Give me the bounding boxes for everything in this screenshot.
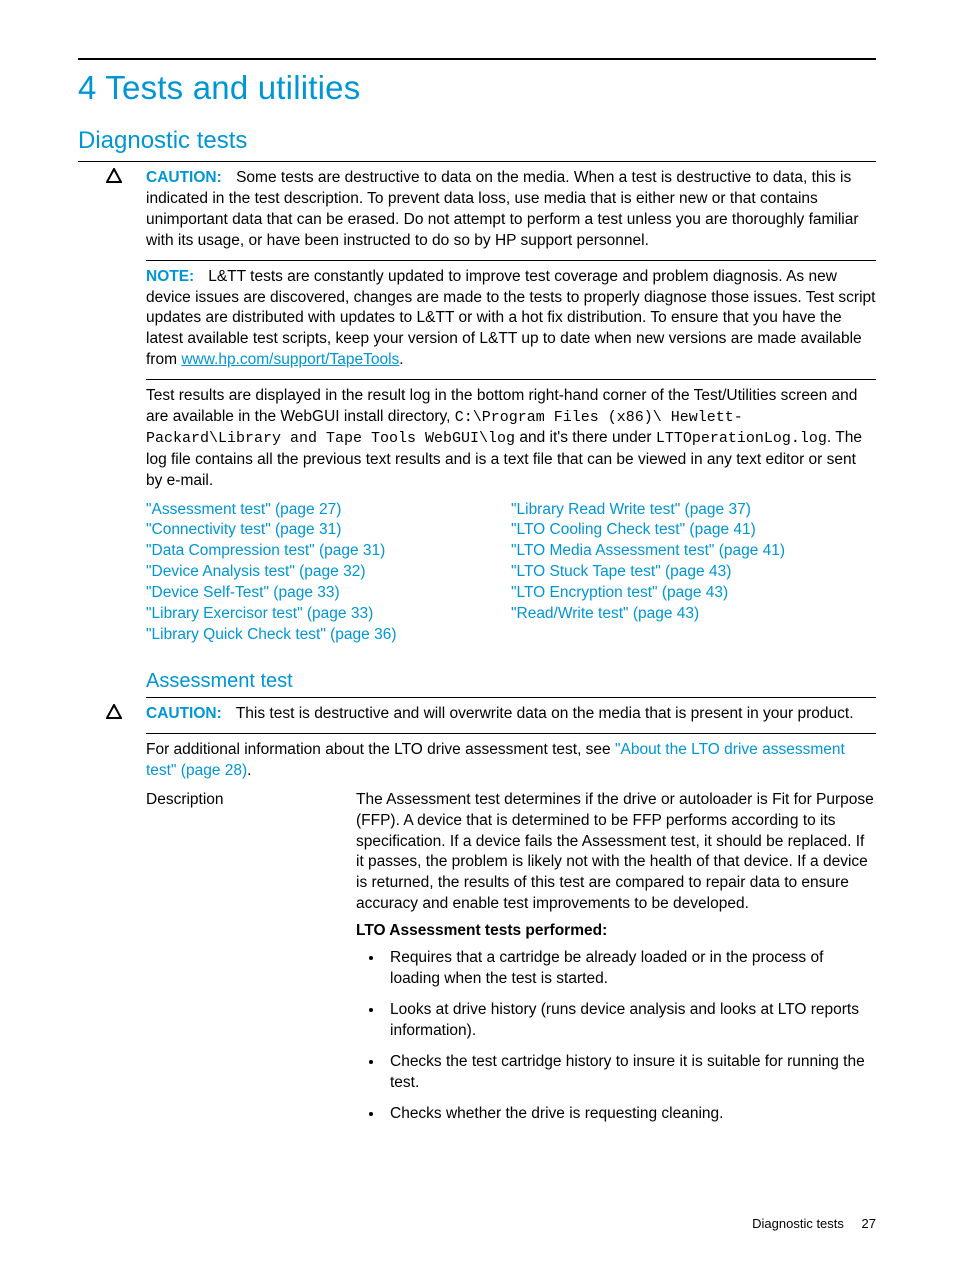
footer-section-name: Diagnostic tests [752,1216,844,1231]
caution-icon [106,168,122,184]
subsection-heading-assessment-test: Assessment test [146,668,876,695]
toc-link[interactable]: "Connectivity test" (page 31) [146,520,511,541]
toc-link[interactable]: "Read/Write test" (page 43) [511,604,876,625]
list-item: Requires that a cartridge be already loa… [384,948,876,990]
page-footer: Diagnostic tests 27 [752,1215,876,1233]
caution-text: This test is destructive and will overwr… [236,705,854,722]
caution-icon [106,704,122,720]
section-heading-diagnostic-tests: Diagnostic tests [78,125,876,157]
note-block: NOTE:L&TT tests are constantly updated t… [146,267,876,372]
lto-subheading: LTO Assessment tests performed: [356,921,876,942]
link-tapetools[interactable]: www.hp.com/support/TapeTools [181,351,399,368]
chapter-title: 4 Tests and utilities [78,66,876,111]
toc-link[interactable]: "Device Self-Test" (page 33) [146,583,511,604]
caution-block-2: CAUTION: This test is destructive and wi… [146,704,876,725]
list-item: Checks the test cartridge history to ins… [384,1052,876,1094]
caution-label: CAUTION: [146,705,222,722]
caution-label: CAUTION: [146,169,222,186]
list-item: Looks at drive history (runs device anal… [384,1000,876,1042]
description-label: Description [146,790,356,1135]
toc-link[interactable]: "Assessment test" (page 27) [146,500,511,521]
path-code-2: LTTOperationLog.log [656,430,827,447]
description-body: The Assessment test determines if the dr… [356,790,876,916]
toc-link[interactable]: "LTO Cooling Check test" (page 41) [511,520,876,541]
toc-link[interactable]: "Library Exercisor test" (page 33) [146,604,511,625]
toc-column-left: "Assessment test" (page 27) "Connectivit… [146,500,511,646]
note-text-post: . [399,351,403,368]
footer-page-number: 27 [862,1216,876,1231]
toc-link[interactable]: "Device Analysis test" (page 32) [146,562,511,583]
note-label: NOTE: [146,268,194,285]
lto-bullet-list: Requires that a cartridge be already loa… [356,948,876,1124]
caution-block-1: CAUTION: Some tests are destructive to d… [146,168,876,252]
list-item: Checks whether the drive is requesting c… [384,1104,876,1125]
toc-link[interactable]: "Library Read Write test" (page 37) [511,500,876,521]
caution-text: Some tests are destructive to data on th… [146,169,859,249]
additional-info-paragraph: For additional information about the LTO… [146,740,876,782]
results-paragraph: Test results are displayed in the result… [146,386,876,491]
toc-column-right: "Library Read Write test" (page 37) "LTO… [511,500,876,646]
toc-link[interactable]: "Data Compression test" (page 31) [146,541,511,562]
toc-link[interactable]: "LTO Stuck Tape test" (page 43) [511,562,876,583]
toc-link[interactable]: "Library Quick Check test" (page 36) [146,625,511,646]
toc-link[interactable]: "LTO Media Assessment test" (page 41) [511,541,876,562]
toc-link[interactable]: "LTO Encryption test" (page 43) [511,583,876,604]
